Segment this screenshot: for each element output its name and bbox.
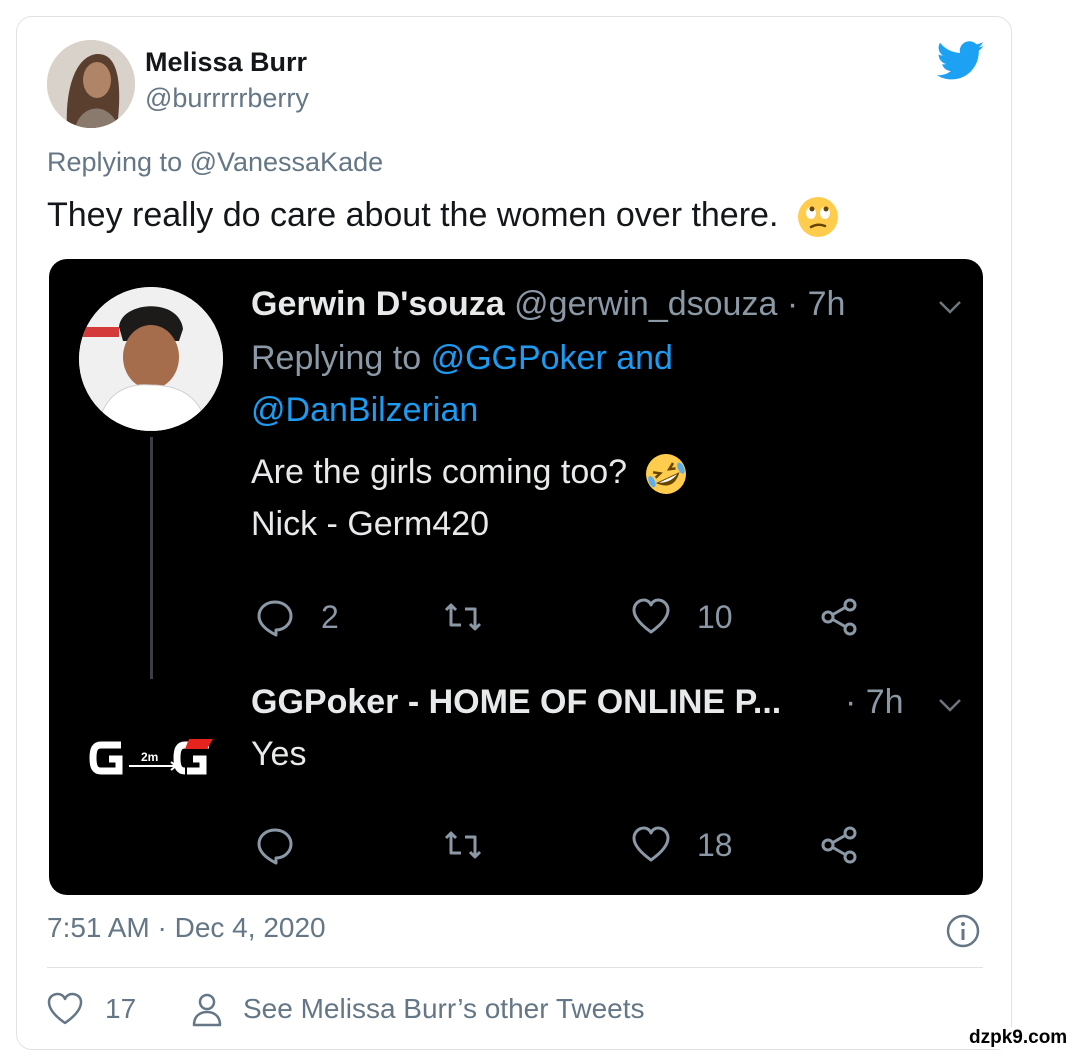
reply-replying-to: Replying to @GGPoker and	[251, 339, 673, 378]
response-author-name[interactable]: GGPoker - HOME OF ONLINE P...	[251, 683, 781, 722]
reply-text-line1: Are the girls coming too?	[251, 451, 689, 497]
twitter-bird-icon[interactable]	[937, 41, 985, 81]
share-icon[interactable]	[819, 597, 859, 637]
reply-author-line: Gerwin D'souza @gerwin_dsouza · 7h	[251, 285, 845, 324]
rofl-emoji-icon	[645, 454, 686, 494]
mention-ggpoker[interactable]: @GGPoker and	[431, 339, 673, 377]
reply-replying-to-line2: @DanBilzerian	[251, 391, 478, 430]
tweet-text: They really do care about the women over…	[47, 195, 840, 239]
reply-like-count: 10	[697, 599, 733, 635]
tweet-text-content: They really do care about the women over…	[47, 195, 779, 234]
eye-roll-emoji-icon	[797, 197, 838, 237]
heart-icon[interactable]	[47, 991, 83, 1027]
gerwin-avatar[interactable]	[79, 287, 223, 431]
author-handle[interactable]: @burrrrrberry	[145, 83, 309, 114]
divider	[47, 967, 983, 968]
ggpoker-logo[interactable]: 2m	[89, 735, 219, 781]
author-avatar[interactable]	[47, 40, 135, 128]
retweet-icon[interactable]	[443, 597, 483, 637]
ggpoker-logo-text: 2m	[141, 750, 158, 764]
reply-icon[interactable]	[255, 597, 295, 637]
like-icon[interactable]	[631, 825, 671, 865]
tweet-card: Melissa Burr @burrrrrberry Replying to @…	[16, 16, 1012, 1050]
reply-icon[interactable]	[255, 825, 295, 865]
reply-count: 2	[321, 599, 339, 635]
reply-author-name[interactable]: Gerwin D'souza	[251, 285, 505, 323]
embedded-thread[interactable]: Gerwin D'souza @gerwin_dsouza · 7h Reply…	[49, 259, 983, 895]
watermark: dzpk9.com	[966, 1027, 1071, 1049]
reply-text: Are the girls coming too?	[251, 452, 628, 491]
thread-connector-line	[150, 437, 153, 679]
replying-prefix: Replying to	[251, 339, 422, 377]
response-text: Yes	[251, 735, 307, 773]
reply-time[interactable]: · 7h	[787, 285, 846, 323]
replying-to[interactable]: Replying to @VanessaKade	[47, 147, 383, 178]
person-icon[interactable]	[189, 991, 225, 1027]
response-time[interactable]: · 7h	[845, 683, 904, 722]
reply-author-handle[interactable]: @gerwin_dsouza	[514, 285, 777, 323]
share-icon[interactable]	[819, 825, 859, 865]
chevron-down-icon[interactable]	[937, 697, 963, 713]
other-tweets-link[interactable]: See Melissa Burr’s other Tweets	[243, 993, 645, 1025]
retweet-icon[interactable]	[443, 825, 483, 865]
response-like-count: 18	[697, 827, 733, 863]
reply-text-line2: Nick - Germ420	[251, 505, 490, 543]
like-count: 17	[105, 993, 137, 1024]
mention-danbilzerian[interactable]: @DanBilzerian	[251, 391, 478, 429]
like-icon[interactable]	[631, 597, 671, 637]
info-icon[interactable]	[945, 913, 981, 949]
author-name[interactable]: Melissa Burr	[145, 47, 307, 78]
tweet-timestamp[interactable]: 7:51 AM · Dec 4, 2020	[47, 912, 326, 944]
chevron-down-icon[interactable]	[937, 299, 963, 315]
